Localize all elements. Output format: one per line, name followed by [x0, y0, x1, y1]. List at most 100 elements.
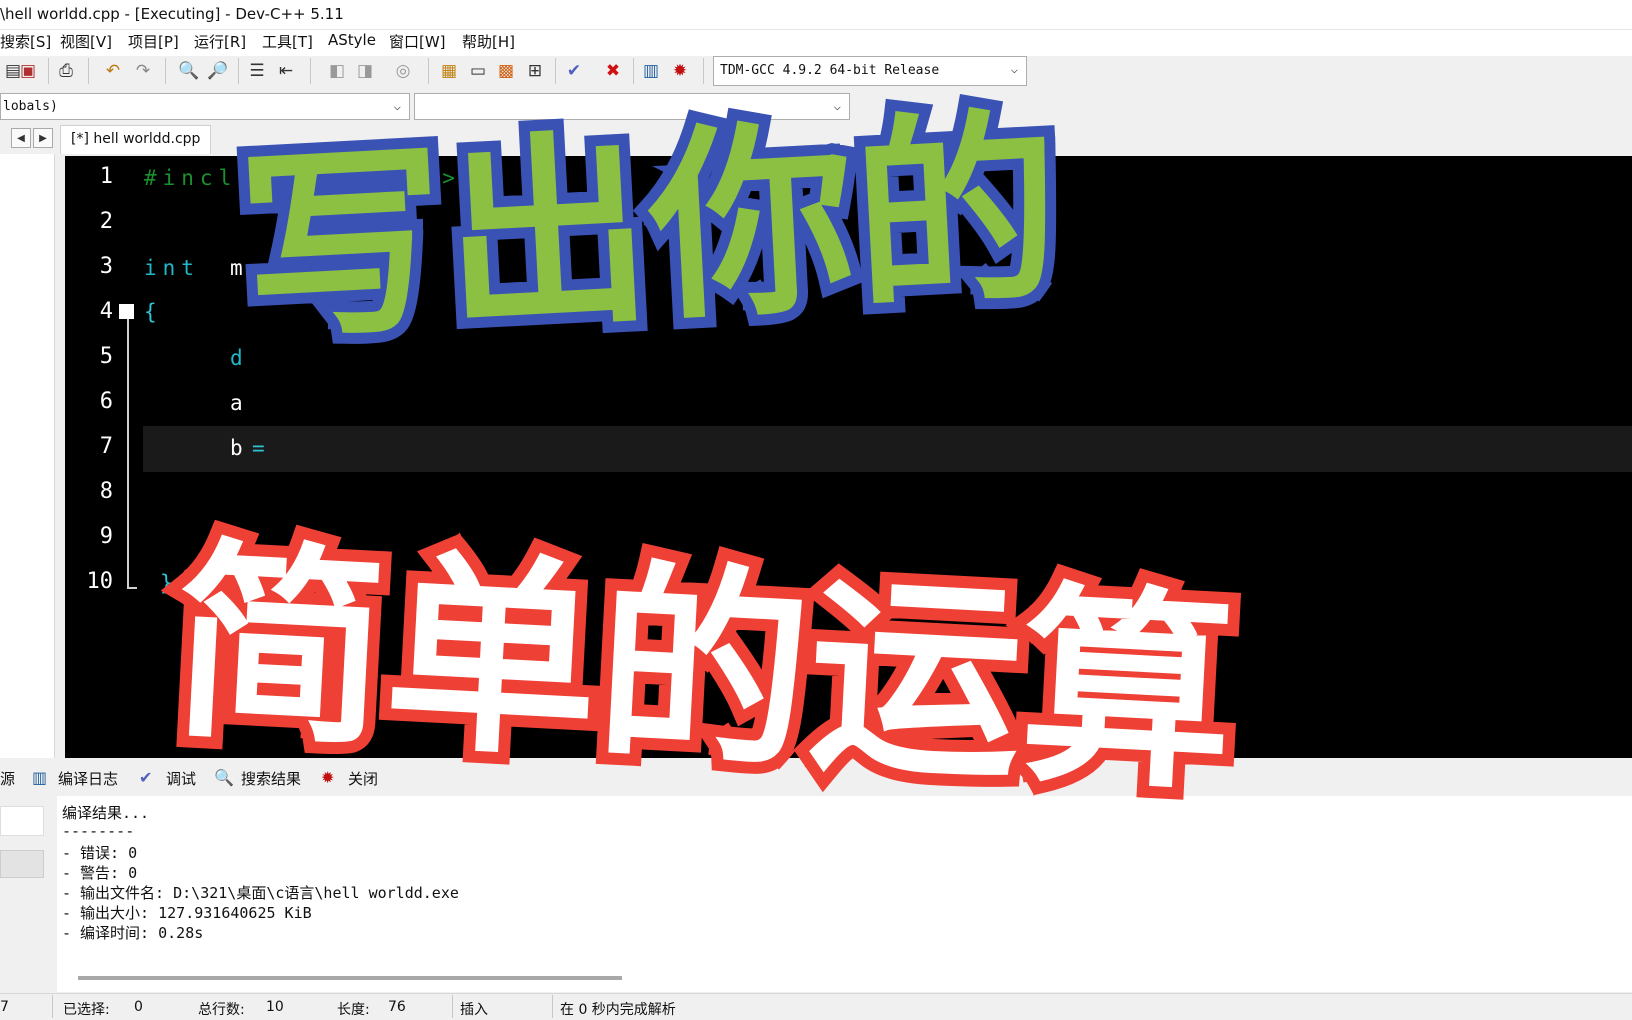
log-side-button[interactable] [0, 806, 44, 836]
line-number: 10 [86, 569, 114, 594]
undo-icon[interactable]: ↶ [100, 58, 126, 84]
bookmark-icon[interactable]: ◧ [324, 58, 350, 84]
line-number: 9 [99, 524, 113, 549]
line-number: 3 [99, 254, 113, 279]
check-icon: ✔ [139, 768, 153, 787]
horizontal-scrollbar[interactable] [78, 976, 622, 980]
menu-astyle[interactable]: AStyle [328, 31, 376, 49]
indent-icon[interactable]: ☰ [244, 58, 270, 84]
stop-icon[interactable]: ✖ [600, 58, 626, 84]
code-line-6: a [230, 391, 249, 415]
log-line: - 输出文件名: D:\321\桌面\c语言\hell worldd.exe [62, 884, 459, 902]
menu-help[interactable]: 帮助[H] [462, 31, 515, 52]
overlay-title-2: 简单的运算 [156, 506, 1251, 832]
tab-resources[interactable]: 源 [0, 768, 15, 789]
project-panel[interactable] [0, 154, 55, 758]
line-number: 6 [99, 389, 113, 414]
code-line-7-operator: = [252, 436, 271, 460]
status-line: 7 [0, 999, 9, 1015]
debug-icon[interactable]: ✹ [667, 58, 693, 84]
status-parse-info: 在 0 秒内完成解析 [560, 1002, 676, 1018]
line-number: 7 [99, 434, 113, 459]
log-line: - 编译时间: 0.28s [62, 924, 204, 942]
menu-view[interactable]: 视图[V] [60, 31, 112, 52]
toolbar-separator [633, 58, 634, 84]
status-bar [0, 993, 1632, 1020]
redo-icon[interactable]: ↷ [130, 58, 156, 84]
compiler-select-value: TDM-GCC 4.9.2 64-bit Release [720, 63, 940, 78]
current-line-highlight [143, 426, 1632, 472]
tab-debug[interactable]: 调试 [166, 768, 196, 789]
log-line: - 输出大小: 127.931640625 KiB [62, 904, 312, 922]
run-icon[interactable]: ▭ [465, 58, 491, 84]
status-selected-value: 0 [134, 999, 143, 1015]
status-selected-label: 已选择: [63, 1002, 110, 1018]
menu-window[interactable]: 窗口[W] [389, 31, 446, 52]
compile-icon[interactable]: ▦ [436, 58, 462, 84]
line-number: 4 [99, 299, 113, 324]
title-bar: \hell worldd.cpp - [Executing] - Dev-C++… [0, 0, 1632, 30]
toolbar-separator [238, 58, 239, 84]
toolbar-separator [555, 58, 556, 84]
replace-icon[interactable]: 🔎 [205, 58, 231, 84]
log-line: 编译结果... [62, 804, 150, 822]
fold-guide-end [127, 587, 137, 589]
log-line: -------- [62, 822, 135, 840]
search-icon: 🔍 [214, 768, 234, 787]
toolbar-separator [703, 58, 704, 84]
line-number: 5 [99, 344, 113, 369]
scope-combo-value: lobals) [3, 99, 58, 114]
code-close-brace: } [160, 571, 179, 595]
unindent-icon[interactable]: ⇤ [273, 58, 299, 84]
log-side-button[interactable] [0, 850, 44, 878]
line-number: 1 [99, 164, 113, 189]
tab-scroll-left-button[interactable]: ◀ [11, 128, 31, 148]
compiler-select[interactable]: TDM-GCC 4.9.2 64-bit Release ⌵ [713, 56, 1027, 86]
fold-toggle[interactable] [119, 304, 134, 319]
scope-combo[interactable]: lobals) ⌵ [0, 93, 410, 120]
rebuild-icon[interactable]: ⊞ [522, 58, 548, 84]
status-separator [452, 995, 453, 1018]
window-title: \hell worldd.cpp - [Executing] - Dev-C++… [0, 5, 344, 23]
toolbar-separator [428, 58, 429, 84]
toolbar-separator [88, 58, 89, 84]
goto-icon[interactable]: ◨ [352, 58, 378, 84]
status-total-value: 10 [266, 999, 284, 1015]
chart-icon[interactable]: ▥ [638, 58, 664, 84]
status-separator [52, 995, 53, 1018]
code-line-7-identifier: b [230, 436, 249, 460]
log-line: - 错误: 0 [62, 844, 138, 862]
status-length-value: 76 [388, 999, 406, 1015]
find-icon[interactable]: 🔍 [176, 58, 202, 84]
status-length-label: 长度: [337, 1002, 370, 1018]
toggle-comment-icon[interactable]: ◎ [390, 58, 416, 84]
overlay-title-1: 写出你的 [223, 79, 1076, 382]
line-number: 8 [99, 479, 113, 504]
code-keyword-int: int [144, 256, 200, 280]
chevron-down-icon: ⌵ [1010, 62, 1018, 76]
chart-icon: ▥ [32, 768, 48, 787]
fold-guide [127, 318, 129, 588]
syntax-check-icon[interactable]: ✔ [561, 58, 587, 84]
line-number: 2 [99, 209, 113, 234]
tab-label: [*] hell worldd.cpp [71, 131, 201, 147]
tab-compile-log[interactable]: 编译日志 [58, 768, 118, 789]
menu-tools[interactable]: 工具[T] [262, 31, 313, 52]
toolbar-separator [310, 58, 311, 84]
status-total-label: 总行数: [198, 1002, 245, 1018]
status-separator [552, 995, 553, 1018]
save-icon[interactable]: ▣ [15, 58, 41, 84]
menu-search[interactable]: 搜索[S] [0, 31, 51, 52]
compile-run-icon[interactable]: ▩ [493, 58, 519, 84]
toolbar-separator [165, 58, 166, 84]
code-open-brace: { [144, 300, 163, 324]
print-icon[interactable]: ⎙ [53, 58, 79, 84]
tab-hell-worldd-cpp[interactable]: [*] hell worldd.cpp [60, 125, 212, 154]
menu-project[interactable]: 项目[P] [128, 31, 179, 52]
log-line: - 警告: 0 [62, 864, 138, 882]
menu-run[interactable]: 运行[R] [194, 31, 246, 52]
chevron-down-icon: ⌵ [393, 99, 401, 113]
status-insert-mode: 插入 [460, 1002, 488, 1018]
tab-scroll-right-button[interactable]: ▶ [33, 128, 53, 148]
devcpp-window: \hell worldd.cpp - [Executing] - Dev-C++… [0, 0, 1632, 1020]
